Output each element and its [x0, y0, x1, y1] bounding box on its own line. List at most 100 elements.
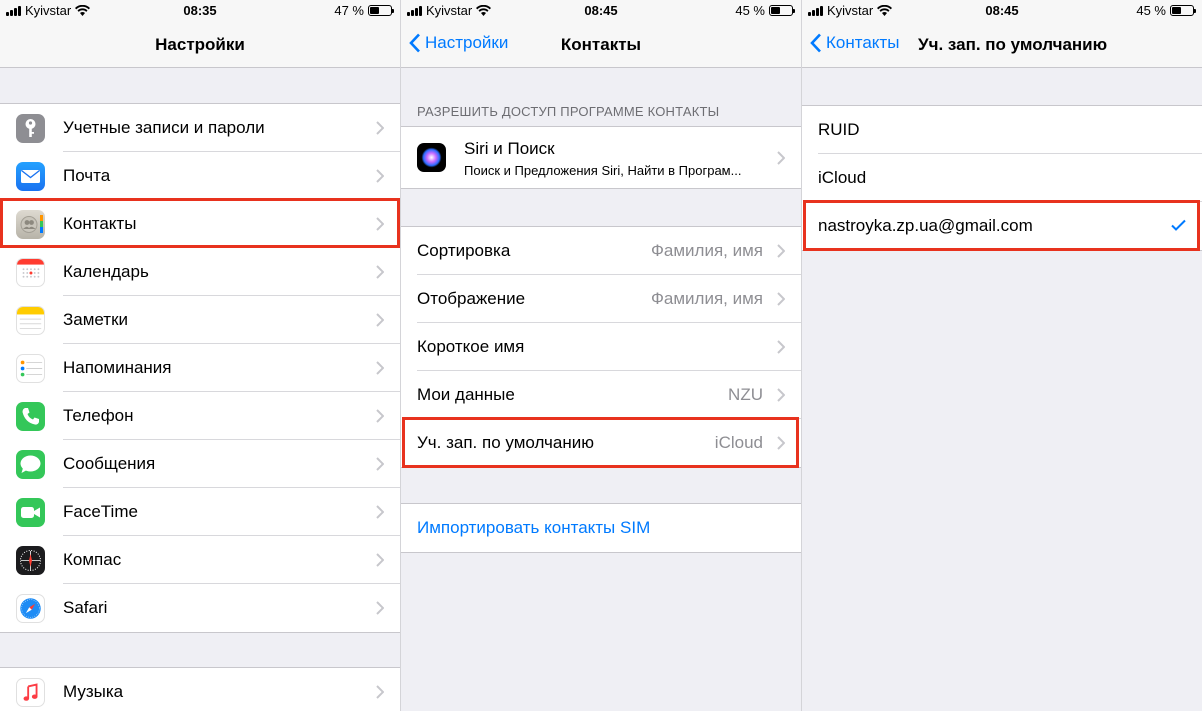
navigation-bar: Настройки — [0, 22, 400, 68]
default-account-screen: Kyivstar 08:45 45 % Контакты Уч. зап. по… — [802, 0, 1202, 711]
siri-title: Siri и Поиск — [464, 139, 555, 158]
settings-item-mail[interactable]: Почта — [0, 152, 400, 200]
row-label: Сортировка — [417, 241, 511, 260]
back-button[interactable]: Контакты — [810, 33, 899, 53]
sort-order-item[interactable]: Сортировка Фамилия, имя — [401, 227, 801, 275]
settings-item-label: Контакты — [63, 214, 137, 233]
import-sim-label: Импортировать контакты SIM — [417, 518, 651, 537]
row-label: Короткое имя — [417, 337, 525, 356]
contacts-settings-screen: Kyivstar 08:45 45 % Настройки Контакты Р… — [401, 0, 801, 711]
battery-icon — [368, 5, 394, 16]
facetime-icon — [16, 498, 45, 527]
chevron-right-icon — [777, 388, 786, 407]
my-info-item[interactable]: Мои данные NZU — [401, 371, 801, 419]
chevron-right-icon — [376, 601, 385, 620]
settings-item-reminders[interactable]: Напоминания — [0, 344, 400, 392]
page-title: Настройки — [155, 35, 245, 54]
mail-icon — [16, 162, 45, 191]
row-label: Мои данные — [417, 385, 515, 404]
settings-item-safari[interactable]: Safari — [0, 584, 400, 632]
settings-item-label: Учетные записи и пароли — [63, 118, 265, 137]
account-option[interactable]: iCloud — [802, 154, 1202, 202]
chevron-right-icon — [376, 313, 385, 332]
messages-icon — [16, 450, 45, 479]
chevron-right-icon — [777, 292, 786, 311]
settings-item-label: Safari — [63, 598, 108, 617]
settings-item-notes[interactable]: Заметки — [0, 296, 400, 344]
status-bar: Kyivstar 08:45 45 % — [802, 0, 1202, 22]
account-option-selected[interactable]: nastroyka.zp.ua@gmail.com — [802, 202, 1202, 250]
reminders-icon — [16, 354, 45, 383]
settings-item-label: Почта — [63, 166, 111, 185]
settings-item-music[interactable]: Музыка — [0, 668, 400, 711]
settings-item-phone[interactable]: Телефон — [0, 392, 400, 440]
status-bar: Kyivstar 08:45 45 % — [401, 0, 801, 22]
settings-item-calendar[interactable]: Календарь — [0, 248, 400, 296]
default-account-item[interactable]: Уч. зап. по умолчанию iCloud — [401, 419, 801, 467]
battery-icon — [1170, 5, 1196, 16]
navigation-bar: Настройки Контакты — [401, 22, 801, 68]
settings-item-label: Сообщения — [63, 454, 156, 473]
account-option[interactable]: RUID — [802, 106, 1202, 154]
short-name-item[interactable]: Короткое имя — [401, 323, 801, 371]
settings-list-media: Музыка — [0, 667, 400, 711]
battery-percent: 45 % — [735, 3, 765, 18]
compass-icon — [16, 546, 45, 575]
settings-item-facetime[interactable]: FaceTime — [0, 488, 400, 536]
page-title: Уч. зап. по умолчанию — [918, 35, 1108, 54]
battery-icon — [769, 5, 795, 16]
settings-item-label: FaceTime — [63, 502, 138, 521]
settings-screen: Kyivstar 08:35 47 % Настройки Учетные за… — [0, 0, 400, 711]
status-bar: Kyivstar 08:35 47 % — [0, 0, 400, 22]
settings-item-contacts[interactable]: Контакты — [0, 200, 400, 248]
screens-container: Kyivstar 08:35 47 % Настройки Учетные за… — [0, 0, 1202, 711]
account-label: iCloud — [818, 168, 867, 187]
checkmark-icon — [1171, 218, 1186, 236]
back-button-label: Контакты — [826, 33, 900, 52]
siri-group: Siri и Поиск Поиск и Предложения Siri, Н… — [401, 126, 801, 189]
settings-item-label: Телефон — [63, 406, 134, 425]
account-label: RUID — [818, 120, 860, 139]
settings-item-accounts[interactable]: Учетные записи и пароли — [0, 104, 400, 152]
chevron-right-icon — [376, 409, 385, 428]
contacts-options-group: Сортировка Фамилия, имя Отображение Фами… — [401, 226, 801, 468]
chevron-left-icon — [810, 33, 821, 53]
battery-percent: 45 % — [1136, 3, 1166, 18]
settings-item-label: Календарь — [63, 262, 149, 281]
safari-icon — [16, 594, 45, 623]
settings-list: Учетные записи и пароли Почта Контакты К… — [0, 103, 400, 633]
row-label: Уч. зап. по умолчанию — [417, 433, 594, 452]
chevron-right-icon — [376, 265, 385, 284]
chevron-right-icon — [777, 340, 786, 359]
settings-item-label: Заметки — [63, 310, 129, 329]
siri-search-item[interactable]: Siri и Поиск Поиск и Предложения Siri, Н… — [401, 127, 801, 188]
chevron-right-icon — [376, 457, 385, 476]
calendar-icon — [16, 258, 45, 287]
import-group: Импортировать контакты SIM — [401, 503, 801, 553]
contacts-icon — [16, 210, 45, 239]
chevron-right-icon — [376, 361, 385, 380]
settings-item-label: Напоминания — [63, 358, 172, 377]
import-sim-contacts-button[interactable]: Импортировать контакты SIM — [401, 504, 801, 552]
settings-item-compass[interactable]: Компас — [0, 536, 400, 584]
account-label: nastroyka.zp.ua@gmail.com — [818, 216, 1033, 235]
row-value: iCloud — [714, 433, 763, 452]
chevron-right-icon — [376, 217, 385, 236]
page-title: Контакты — [560, 35, 642, 54]
row-value: Фамилия, имя — [650, 241, 763, 260]
chevron-right-icon — [376, 121, 385, 140]
siri-icon — [417, 143, 446, 172]
chevron-right-icon — [777, 436, 786, 455]
settings-item-messages[interactable]: Сообщения — [0, 440, 400, 488]
music-icon — [16, 678, 45, 707]
section-header: РАЗРЕШИТЬ ДОСТУП ПРОГРАММЕ КОНТАКТЫ — [417, 104, 720, 119]
navigation-bar: Контакты Уч. зап. по умолчанию — [802, 22, 1202, 68]
display-order-item[interactable]: Отображение Фамилия, имя — [401, 275, 801, 323]
phone-icon — [16, 402, 45, 431]
battery-percent: 47 % — [334, 3, 364, 18]
chevron-right-icon — [777, 151, 786, 170]
accounts-list: RUID iCloud nastroyka.zp.ua@gmail.com — [802, 105, 1202, 251]
chevron-right-icon — [376, 505, 385, 524]
row-value: NZU — [728, 385, 763, 404]
row-value: Фамилия, имя — [650, 289, 763, 308]
